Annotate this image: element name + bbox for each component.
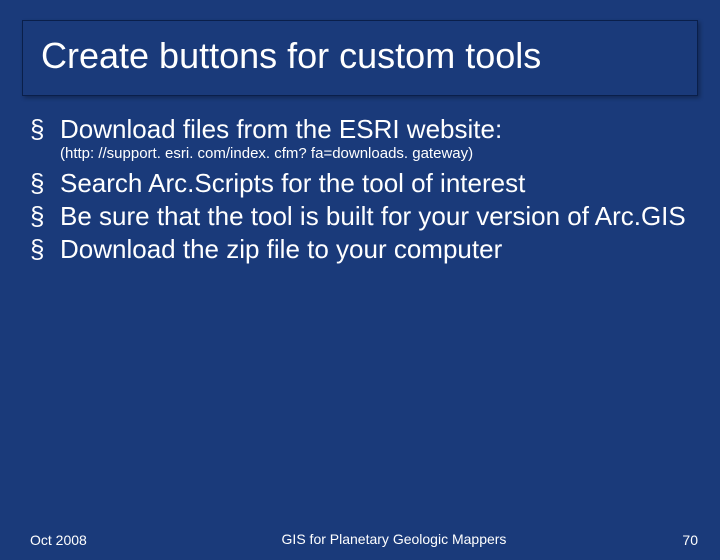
slide-content: Download files from the ESRI website: (h… <box>30 114 690 264</box>
bullet-text: Search Arc.Scripts for the tool of inter… <box>60 168 525 198</box>
footer-date: Oct 2008 <box>30 532 130 548</box>
bullet-text: Be sure that the tool is built for your … <box>60 201 686 231</box>
title-box: Create buttons for custom tools <box>22 20 698 96</box>
bullet-text: Download files from the ESRI website: <box>60 114 502 144</box>
bullet-list: Download files from the ESRI website: (h… <box>30 114 690 264</box>
list-item: Search Arc.Scripts for the tool of inter… <box>30 168 690 199</box>
slide-title: Create buttons for custom tools <box>41 35 679 77</box>
slide-number: 70 <box>658 532 698 548</box>
list-item: Download files from the ESRI website: (h… <box>30 114 690 162</box>
bullet-text: Download the zip file to your computer <box>60 234 502 264</box>
list-item: Download the zip file to your computer <box>30 234 690 265</box>
list-item: Be sure that the tool is built for your … <box>30 201 690 232</box>
bullet-subnote: (http: //support. esri. com/index. cfm? … <box>60 145 690 163</box>
